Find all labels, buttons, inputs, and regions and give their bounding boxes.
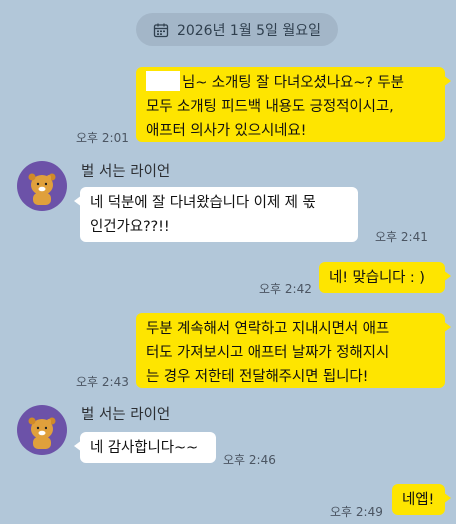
date-text: 2026년 1월 5일 월요일: [176, 22, 322, 39]
my-message-bubble[interactable]: 네엡!: [392, 484, 451, 515]
message-time: 오후 2:43: [76, 375, 129, 389]
message-time: 오후 2:49: [330, 505, 383, 519]
message-text: 네 덕분에 잘 다녀왔습니다 이제 제 몫 인건가요??!!: [90, 195, 316, 235]
their-message-bubble[interactable]: 네 감사합니다~~: [74, 432, 216, 463]
my-message-bubble[interactable]: 네! 맞습니다 : ): [319, 262, 451, 293]
my-message-bubble[interactable]: 님~ 소개팅 잘 다녀오셨나요~? 두분 모두 소개팅 피드백 내용도 긍정적이…: [136, 67, 451, 142]
message-time: 오후 2:01: [76, 131, 129, 145]
message-text: 네엡!: [402, 492, 435, 508]
lion-icon: [28, 173, 56, 205]
message-time: 오후 2:42: [259, 282, 312, 296]
message-text: 두분 계속해서 연락하고 지내시면서 애프 터도 가져보시고 애프터 날짜가 정…: [146, 321, 390, 385]
message-time: 오후 2:46: [223, 453, 276, 467]
message-time: 오후 2:41: [375, 230, 428, 244]
sender-name: 벌 서는 라이언: [81, 407, 171, 423]
redacted-name: [146, 71, 180, 91]
their-message-bubble[interactable]: 네 덕분에 잘 다녀왔습니다 이제 제 몫 인건가요??!!: [74, 187, 358, 242]
lion-character-avatar[interactable]: [17, 161, 67, 211]
lion-character-avatar[interactable]: [17, 405, 67, 455]
lion-icon: [28, 417, 56, 449]
sender-name: 벌 서는 라이언: [81, 164, 171, 180]
calendar-icon: [153, 23, 169, 37]
message-text: 네 감사합니다~~: [90, 440, 199, 456]
message-text: 네! 맞습니다 : ): [329, 270, 425, 286]
my-message-bubble[interactable]: 두분 계속해서 연락하고 지내시면서 애프 터도 가져보시고 애프터 날짜가 정…: [136, 313, 451, 388]
date-divider: 2026년 1월 5일 월요일: [136, 13, 338, 46]
message-text: 님~ 소개팅 잘 다녀오셨나요~? 두분 모두 소개팅 피드백 내용도 긍정적이…: [146, 75, 404, 139]
